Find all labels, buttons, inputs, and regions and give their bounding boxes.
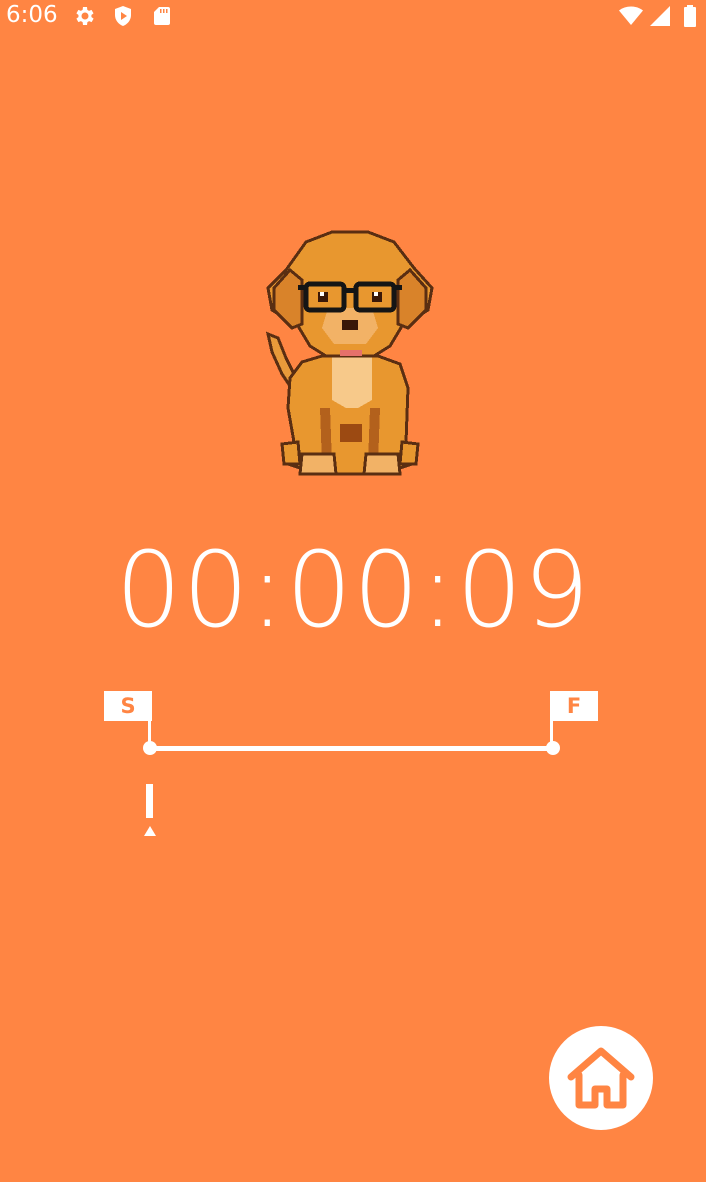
start-dot [143,741,157,755]
elapsed-timer: 00:00:09 [115,529,591,651]
home-button[interactable] [549,1026,653,1130]
position-marker-icon [140,784,160,836]
dog-with-glasses-icon [262,228,438,480]
home-icon [567,1047,635,1109]
gear-icon [73,4,97,28]
play-protect-icon [111,4,135,28]
battery-icon [678,4,702,28]
sd-card-icon [150,4,174,28]
status-time: 6:06 [6,2,58,28]
cell-signal-icon [648,4,672,28]
finish-flag: F [550,691,598,721]
track-line [150,746,553,751]
progress-track: S F [0,680,706,850]
wifi-icon [618,4,643,28]
status-bar: 6:06 [0,0,706,30]
start-flag: S [104,691,152,721]
finish-dot [546,741,560,755]
